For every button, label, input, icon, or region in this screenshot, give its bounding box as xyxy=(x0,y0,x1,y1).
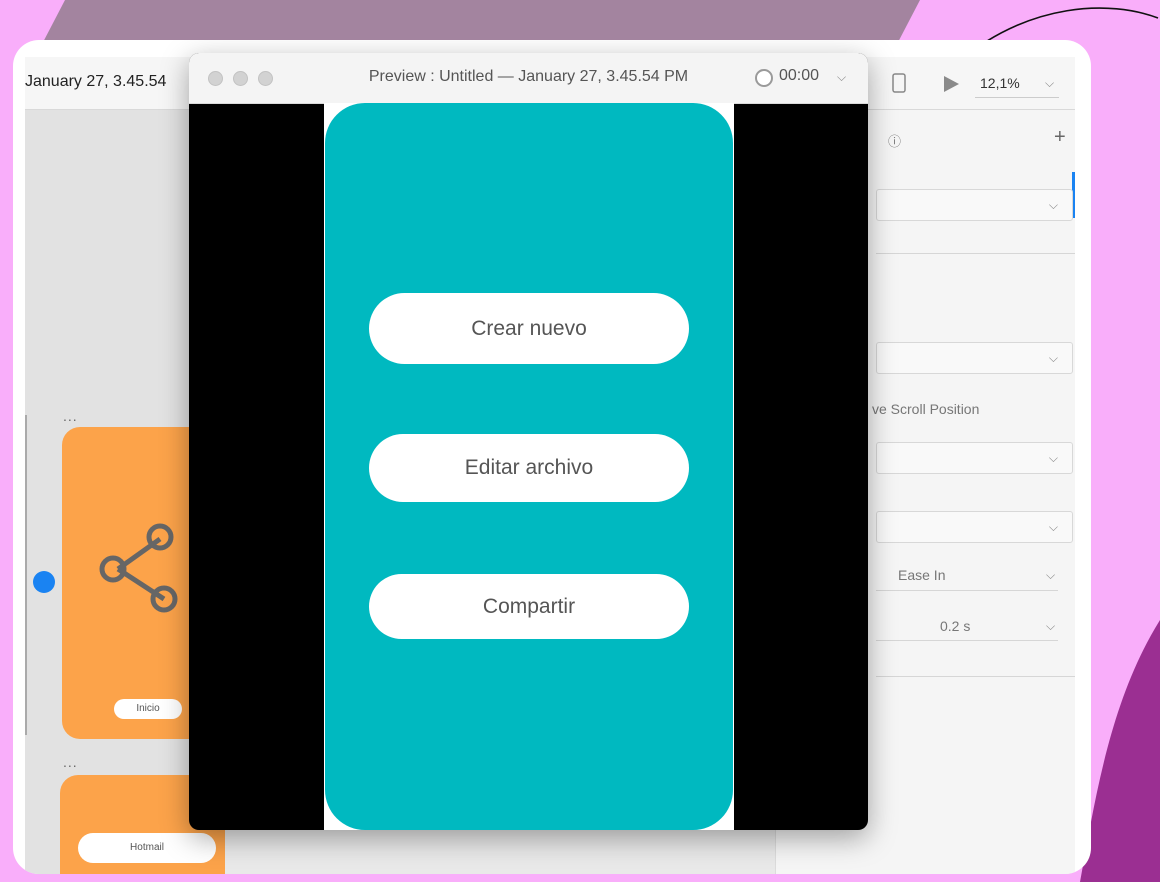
easing-underline xyxy=(876,590,1058,591)
animation-select[interactable]: ⌵ xyxy=(876,511,1073,543)
trigger-select[interactable]: ⌵ xyxy=(876,189,1073,221)
device-icon[interactable] xyxy=(892,73,906,93)
zoom-value[interactable]: 12,1% xyxy=(980,75,1020,91)
hotmail-button[interactable]: Hotmail xyxy=(78,833,216,863)
chevron-down-icon: ⌵ xyxy=(1048,451,1058,465)
preserve-scroll-label[interactable]: ve Scroll Position xyxy=(872,401,979,417)
chevron-down-icon: ⌵ xyxy=(1048,520,1058,534)
record-chevron-down-icon[interactable]: ⌵ xyxy=(837,70,846,85)
record-icon[interactable] xyxy=(755,69,773,87)
compartir-button[interactable]: Compartir xyxy=(369,574,689,639)
duration-underline xyxy=(876,640,1058,641)
chevron-down-icon: ⌵ xyxy=(1048,351,1058,365)
duration-chevron-down-icon[interactable]: ⌵ xyxy=(1046,619,1055,634)
destination-select[interactable]: ⌵ xyxy=(876,342,1073,374)
info-icon[interactable]: ⓘ xyxy=(888,131,901,150)
preview-titlebar: Preview : Untitled — January 27, 3.45.54… xyxy=(189,53,868,104)
preview-window: Preview : Untitled — January 27, 3.45.54… xyxy=(189,53,868,830)
document-title: January 27, 3.45.54 xyxy=(25,73,167,90)
artboard-more-icon[interactable]: ... xyxy=(63,754,78,770)
phone-screen: Crear nuevo Editar archivo Compartir xyxy=(325,103,733,830)
connection-handle-icon[interactable] xyxy=(33,571,55,593)
editar-archivo-button[interactable]: Editar archivo xyxy=(369,434,689,502)
chevron-down-icon: ⌵ xyxy=(1048,198,1058,212)
panel-edge xyxy=(25,415,27,735)
section-divider xyxy=(876,676,1075,677)
screenshot-card: January 27, 3.45.54 12,1% ⌵ ... Inicio .… xyxy=(13,40,1091,874)
transition-select[interactable]: ⌵ xyxy=(876,442,1073,474)
share-icon xyxy=(99,523,178,613)
play-icon[interactable] xyxy=(942,75,960,93)
easing-value[interactable]: Ease In xyxy=(898,567,945,583)
crear-nuevo-button[interactable]: Crear nuevo xyxy=(369,293,689,364)
inicio-button[interactable]: Inicio xyxy=(114,699,182,719)
artboard-more-icon[interactable]: ... xyxy=(63,408,78,424)
section-divider xyxy=(876,253,1075,254)
zoom-chevron-down-icon[interactable]: ⌵ xyxy=(1045,76,1054,91)
easing-chevron-down-icon[interactable]: ⌵ xyxy=(1046,568,1055,583)
record-timer: 00:00 xyxy=(779,67,820,84)
add-interaction-button[interactable]: + xyxy=(1054,126,1066,149)
zoom-underline xyxy=(975,97,1059,98)
duration-value[interactable]: 0.2 s xyxy=(940,618,970,634)
